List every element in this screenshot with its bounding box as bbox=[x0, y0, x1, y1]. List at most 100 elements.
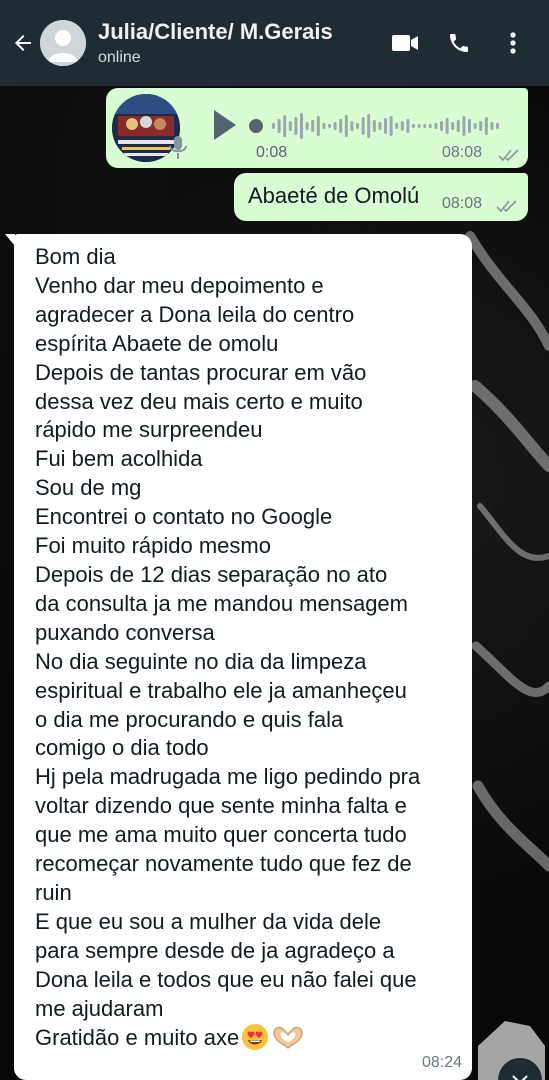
message-line: para sempre desde de ja agradeço a bbox=[35, 937, 395, 963]
waveform-bar bbox=[479, 121, 483, 131]
message-line: dessa vez deu mais certo e muito bbox=[35, 388, 363, 414]
message-line: Depois de tantas procurar em vão bbox=[35, 359, 367, 385]
chevron-down-icon bbox=[512, 1075, 528, 1080]
message-line: espiritual e trabalho ele ja amanheçeu bbox=[35, 677, 407, 703]
message-line: Gratidão e muito axe bbox=[35, 1023, 465, 1053]
contact-name: Julia/Cliente/ M.Gerais bbox=[98, 18, 333, 44]
message-line: Fui bem acolhida bbox=[35, 446, 203, 472]
contact-info[interactable]: Julia/Cliente/ M.Gerais online bbox=[98, 19, 375, 68]
delivered-ticks-icon bbox=[498, 149, 519, 162]
waveform-bar bbox=[328, 124, 331, 128]
waveform-bar bbox=[456, 120, 460, 132]
message-line: E que eu sou a mulher da vida dele bbox=[35, 908, 382, 934]
waveform-bar bbox=[272, 123, 275, 129]
waveform-bar bbox=[305, 122, 309, 130]
delivered-ticks-icon bbox=[496, 200, 517, 213]
waveform-bar bbox=[283, 115, 287, 137]
message-line: recomeçar novamente tudo que fez de bbox=[35, 851, 412, 877]
message-line: voltar dizendo que sente minha falta e bbox=[35, 793, 407, 819]
waveform-bar bbox=[468, 119, 471, 133]
waveform-bar bbox=[400, 121, 404, 131]
outgoing-text-bubble[interactable]: Abaeté de Omolú 08:08 bbox=[234, 173, 528, 221]
waveform-bar bbox=[361, 117, 365, 135]
more-vertical-icon bbox=[510, 32, 516, 54]
avatar-icon bbox=[40, 20, 86, 66]
waveform-bar bbox=[322, 123, 326, 129]
message-line: Encontrei o contato no Google bbox=[35, 504, 333, 530]
chat-header: Julia/Cliente/ M.Gerais online bbox=[0, 0, 549, 86]
back-button[interactable] bbox=[6, 18, 40, 68]
waveform-bar bbox=[473, 123, 477, 129]
waveform-bar bbox=[490, 122, 494, 130]
waveform-bar bbox=[389, 116, 393, 136]
message-line: comigo o dia todo bbox=[35, 735, 209, 761]
heart-hands-emoji-icon bbox=[273, 1027, 303, 1050]
waveform-bar bbox=[333, 122, 337, 130]
audio-message-bubble[interactable]: 0:08 08:08 bbox=[106, 88, 528, 168]
header-actions bbox=[375, 19, 537, 67]
incoming-message-time: 08:24 bbox=[421, 1054, 462, 1071]
microphone-icon bbox=[169, 136, 187, 159]
waveform-bar bbox=[288, 121, 292, 131]
message-line: No dia seguinte no dia da limpeza bbox=[35, 648, 367, 674]
waveform-bar bbox=[462, 116, 466, 136]
video-call-button[interactable] bbox=[381, 19, 429, 67]
chat-screen: Julia/Cliente/ M.Gerais online 0:08 08:0… bbox=[0, 0, 549, 1080]
waveform-bar bbox=[277, 119, 281, 133]
message-line: ruin bbox=[35, 879, 72, 905]
message-line: Foi muito rápido mesmo bbox=[35, 533, 271, 559]
waveform-bar bbox=[496, 123, 499, 129]
audio-waveform[interactable] bbox=[248, 110, 518, 142]
message-line: Bom dia bbox=[35, 244, 116, 269]
bubble-tail bbox=[5, 234, 15, 246]
message-line: Sou de mg bbox=[35, 475, 142, 501]
waveform-bar bbox=[300, 113, 303, 139]
waveform-bar bbox=[434, 123, 438, 129]
play-button[interactable] bbox=[206, 106, 240, 144]
waveform-bar bbox=[417, 124, 421, 128]
waveform-bar bbox=[384, 118, 387, 134]
waveform-bar bbox=[367, 114, 371, 138]
video-call-icon bbox=[392, 35, 418, 51]
message-line: Dona leila e todos que eu não falei que bbox=[35, 966, 417, 992]
waveform-bar bbox=[378, 122, 382, 130]
waveform-bar bbox=[311, 120, 315, 132]
outgoing-message-text: Abaeté de Omolú bbox=[248, 183, 420, 208]
voice-call-button[interactable] bbox=[435, 19, 483, 67]
waveform-bar bbox=[445, 118, 449, 134]
waveform-bar bbox=[423, 124, 427, 128]
contact-status: online bbox=[98, 48, 141, 66]
audio-duration: 0:08 bbox=[256, 144, 288, 161]
message-line: rápido me surpreendeu bbox=[35, 417, 263, 443]
message-line-text: Gratidão e muito axe bbox=[35, 1025, 240, 1051]
incoming-message-bubble[interactable]: Bom dia Venho dar meu depoimento e agradec… bbox=[5, 234, 472, 1080]
waveform-bar bbox=[356, 123, 359, 129]
waveform-bar bbox=[440, 121, 443, 131]
message-line: Venho dar meu depoimento e bbox=[35, 272, 324, 298]
more-options-button[interactable] bbox=[489, 19, 537, 67]
back-arrow-icon bbox=[15, 35, 31, 51]
waveform-bar bbox=[451, 122, 455, 130]
message-line: da consulta ja me mandou mensagem bbox=[35, 590, 408, 616]
audio-message-time: 08:08 bbox=[442, 144, 483, 161]
waveform-bar bbox=[350, 121, 354, 131]
waveform-bar bbox=[412, 124, 415, 128]
waveform-bar bbox=[372, 120, 376, 132]
message-line: que me ama muito quer concerta tudo bbox=[35, 822, 407, 848]
waveform-bar bbox=[428, 124, 432, 128]
incoming-message-text: Bom dia Venho dar meu depoimento e agradec… bbox=[35, 243, 465, 1053]
contact-avatar[interactable] bbox=[40, 20, 86, 66]
message-line: me ajudaram bbox=[35, 995, 164, 1021]
message-line: puxando conversa bbox=[35, 619, 215, 645]
waveform-bar bbox=[294, 117, 298, 135]
heart-eyes-emoji-icon bbox=[242, 1024, 269, 1051]
waveform-bar bbox=[395, 123, 399, 129]
waveform-bar bbox=[406, 119, 410, 133]
outgoing-message-time: 08:08 bbox=[442, 195, 483, 212]
message-line: agradecer a Dona leila do centro bbox=[35, 301, 355, 327]
waveform-bar bbox=[344, 115, 348, 137]
message-line: espírita Abaete de omolu bbox=[35, 330, 279, 356]
phone-icon bbox=[450, 34, 468, 52]
message-line: o dia me procurando e quis fala bbox=[35, 706, 344, 732]
audio-progress-knob bbox=[249, 119, 263, 133]
